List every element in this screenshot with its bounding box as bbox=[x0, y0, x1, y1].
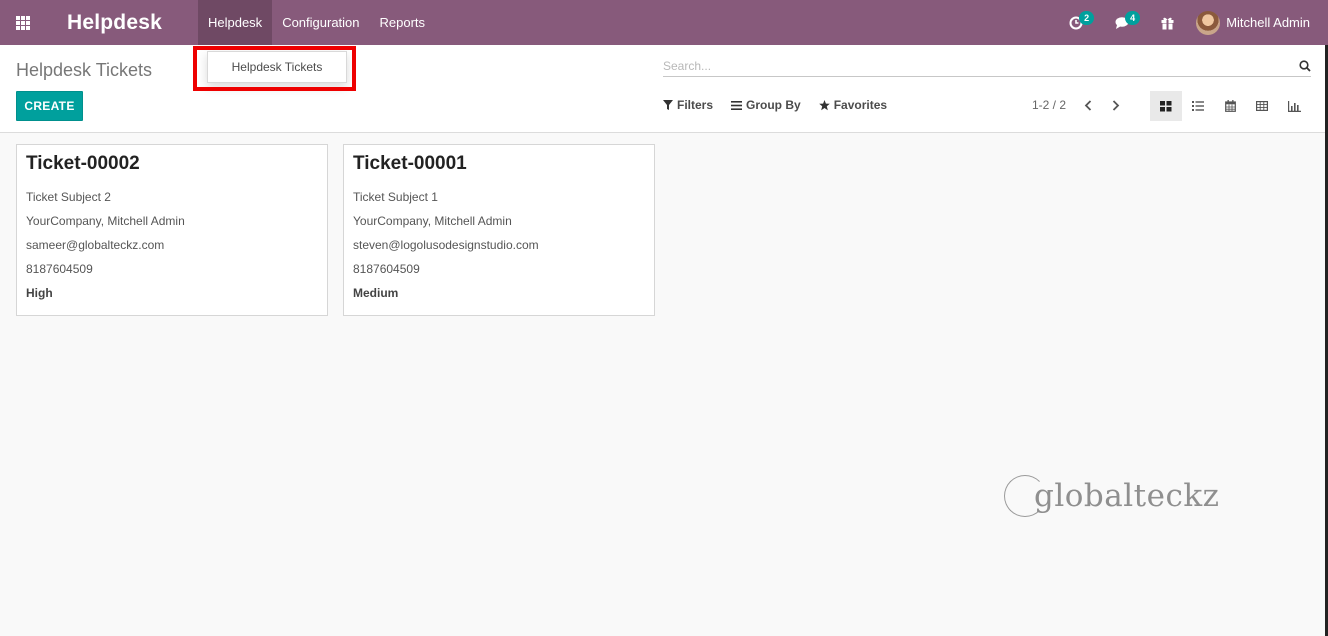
menu-helpdesk[interactable]: Helpdesk bbox=[197, 0, 273, 45]
group-by-label: Group By bbox=[746, 98, 801, 112]
ticket-subject: Ticket Subject 1 bbox=[353, 190, 438, 204]
ticket-phone: 8187604509 bbox=[353, 262, 420, 276]
star-icon bbox=[818, 99, 830, 110]
avatar bbox=[1196, 10, 1221, 35]
bar-chart-icon bbox=[1287, 100, 1301, 112]
ticket-email: sameer@globalteckz.com bbox=[26, 238, 165, 252]
ticket-subject: Ticket Subject 2 bbox=[26, 190, 111, 204]
pivot-view-button[interactable] bbox=[1246, 91, 1278, 121]
search-input[interactable]: Search... bbox=[663, 59, 711, 73]
ticket-customer: YourCompany, Mitchell Admin bbox=[26, 214, 185, 228]
kanban-icon bbox=[1160, 100, 1172, 111]
ticket-email: steven@logolusodesignstudio.com bbox=[353, 238, 539, 252]
highlight-annotation bbox=[193, 46, 356, 91]
favorites-button[interactable]: Favorites bbox=[818, 98, 888, 112]
apps-menu-icon[interactable] bbox=[0, 0, 45, 45]
top-navbar: Helpdesk Helpdesk Configuration Reports … bbox=[0, 0, 1328, 45]
ticket-card[interactable]: Ticket-00001 Ticket Subject 1 YourCompan… bbox=[343, 144, 655, 316]
filters-button[interactable]: Filters bbox=[663, 98, 713, 112]
ticket-phone: 8187604509 bbox=[26, 262, 93, 276]
gift-menu[interactable] bbox=[1151, 0, 1184, 45]
bars-icon bbox=[731, 100, 743, 110]
user-menu[interactable]: Mitchell Admin bbox=[1192, 10, 1328, 35]
menu-configuration[interactable]: Configuration bbox=[272, 0, 369, 45]
watermark-text: globalteckz bbox=[1034, 478, 1220, 514]
search-options: Filters Group By Favorites bbox=[663, 98, 905, 112]
gift-icon bbox=[1161, 17, 1174, 30]
messaging-menu[interactable]: 4 bbox=[1105, 0, 1141, 45]
list-view-button[interactable] bbox=[1182, 91, 1214, 121]
ticket-customer: YourCompany, Mitchell Admin bbox=[353, 214, 512, 228]
message-count-badge: 4 bbox=[1125, 11, 1141, 25]
calendar-icon bbox=[1224, 100, 1236, 112]
chevron-left-icon bbox=[1084, 99, 1092, 111]
user-name: Mitchell Admin bbox=[1226, 15, 1310, 30]
calendar-view-button[interactable] bbox=[1214, 91, 1246, 121]
pager-previous-button[interactable] bbox=[1084, 99, 1092, 111]
ticket-name: Ticket-00002 bbox=[26, 153, 140, 174]
ticket-card[interactable]: Ticket-00002 Ticket Subject 2 YourCompan… bbox=[16, 144, 328, 316]
view-switcher bbox=[1150, 91, 1310, 121]
graph-view-button[interactable] bbox=[1278, 91, 1310, 121]
ticket-priority: High bbox=[26, 286, 53, 300]
list-icon bbox=[1192, 101, 1204, 111]
kanban-view-button[interactable] bbox=[1150, 91, 1182, 121]
group-by-button[interactable]: Group By bbox=[731, 98, 801, 112]
filter-icon bbox=[663, 100, 673, 110]
activity-menu[interactable]: 2 bbox=[1059, 0, 1095, 45]
create-button[interactable]: CREATE bbox=[16, 91, 83, 121]
ticket-priority: Medium bbox=[353, 286, 399, 300]
table-icon bbox=[1256, 101, 1268, 111]
activity-count-badge: 2 bbox=[1079, 11, 1095, 25]
pager: 1-2 / 2 bbox=[1032, 98, 1120, 112]
ticket-name: Ticket-00001 bbox=[353, 153, 467, 174]
systray: 2 4 Mitchell Admin bbox=[1059, 0, 1328, 45]
search-bar[interactable]: Search... bbox=[663, 55, 1311, 77]
app-brand[interactable]: Helpdesk bbox=[67, 11, 162, 35]
chevron-right-icon bbox=[1112, 99, 1120, 111]
page-title: Helpdesk Tickets bbox=[16, 60, 153, 80]
menu-reports[interactable]: Reports bbox=[370, 0, 436, 45]
filters-label: Filters bbox=[677, 98, 714, 112]
globalteckz-watermark: globalteckz bbox=[1004, 475, 1219, 517]
search-icon[interactable] bbox=[1299, 59, 1311, 72]
favorites-label: Favorites bbox=[833, 98, 888, 112]
pager-next-button[interactable] bbox=[1112, 99, 1120, 111]
pager-value[interactable]: 1-2 / 2 bbox=[1032, 98, 1066, 112]
